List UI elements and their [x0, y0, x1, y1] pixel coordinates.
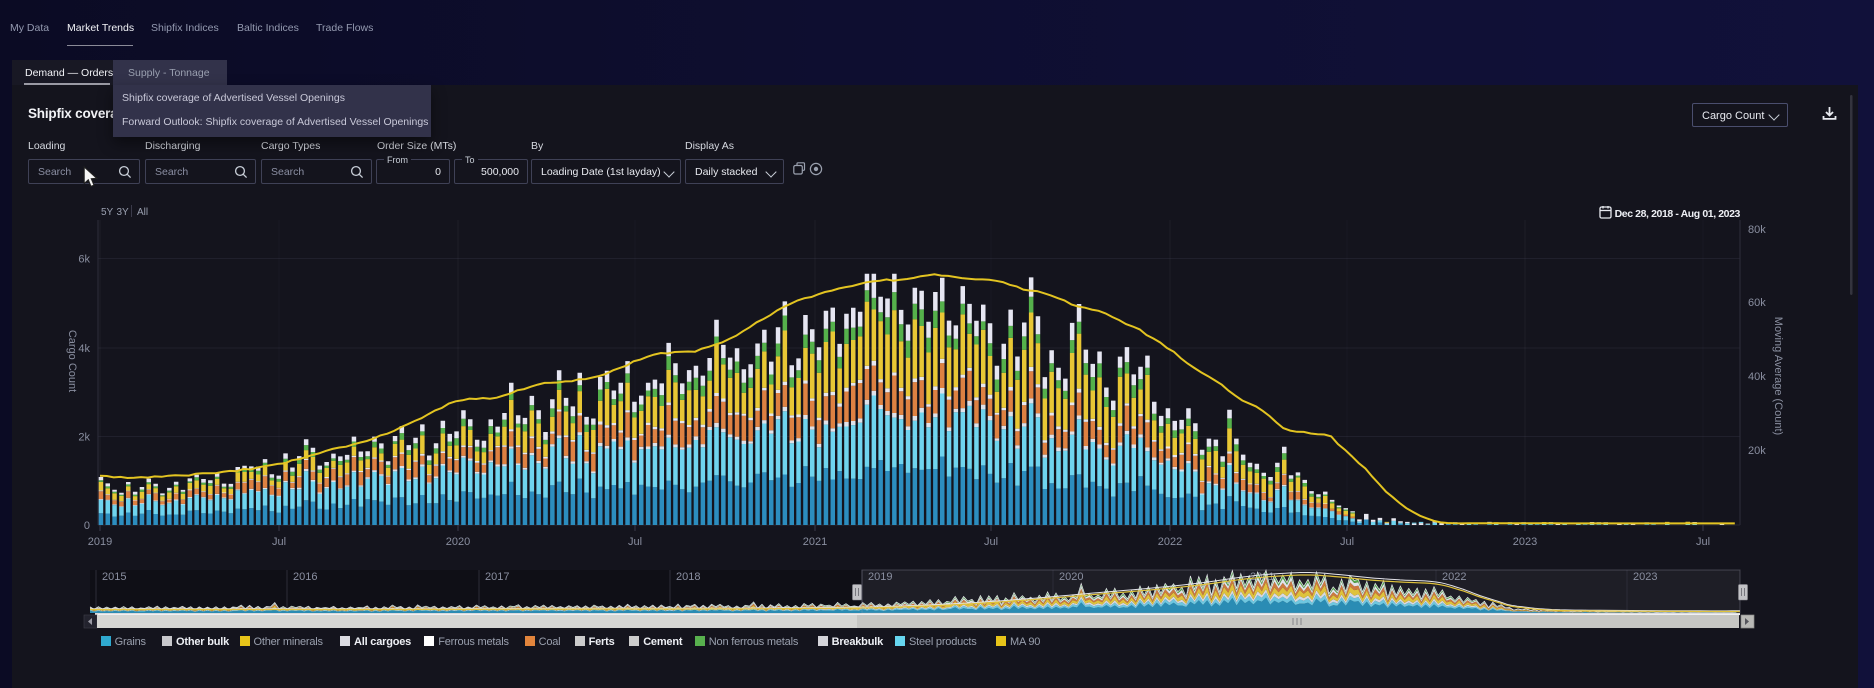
svg-text:2016: 2016	[293, 571, 317, 583]
svg-text:2019: 2019	[88, 536, 112, 548]
svg-text:Dec 28, 2018 - Aug 01, 2023: Dec 28, 2018 - Aug 01, 2023	[1615, 208, 1741, 220]
svg-text:2k: 2k	[78, 432, 90, 444]
svg-text:2022: 2022	[1158, 536, 1182, 548]
svg-text:Jul: Jul	[272, 536, 286, 548]
svg-text:2023: 2023	[1633, 571, 1657, 583]
svg-text:6k: 6k	[78, 254, 90, 266]
svg-text:2023: 2023	[1513, 536, 1537, 548]
svg-text:4k: 4k	[78, 343, 90, 355]
svg-text:Jul: Jul	[984, 536, 998, 548]
svg-text:20k: 20k	[1748, 445, 1766, 457]
svg-text:2015: 2015	[102, 571, 126, 583]
svg-text:Jul: Jul	[1696, 536, 1710, 548]
svg-text:40k: 40k	[1748, 371, 1766, 383]
svg-text:Jul: Jul	[628, 536, 642, 548]
svg-text:Cargo Count: Cargo Count	[66, 330, 78, 392]
svg-text:80k: 80k	[1748, 224, 1766, 236]
svg-text:All: All	[137, 207, 148, 218]
svg-text:Jul: Jul	[1340, 536, 1354, 548]
svg-text:Moving Average (Count): Moving Average (Count)	[1772, 317, 1784, 435]
svg-text:2017: 2017	[485, 571, 509, 583]
svg-text:0: 0	[84, 520, 90, 532]
svg-text:60k: 60k	[1748, 297, 1766, 309]
svg-text:2018: 2018	[676, 571, 700, 583]
svg-text:2022: 2022	[1442, 571, 1466, 583]
svg-text:2021: 2021	[803, 536, 827, 548]
svg-text:2020: 2020	[446, 536, 470, 548]
svg-text:3Y: 3Y	[117, 207, 130, 218]
svg-text:2019: 2019	[868, 571, 892, 583]
svg-text:5Y: 5Y	[101, 207, 114, 218]
svg-text:2020: 2020	[1059, 571, 1083, 583]
